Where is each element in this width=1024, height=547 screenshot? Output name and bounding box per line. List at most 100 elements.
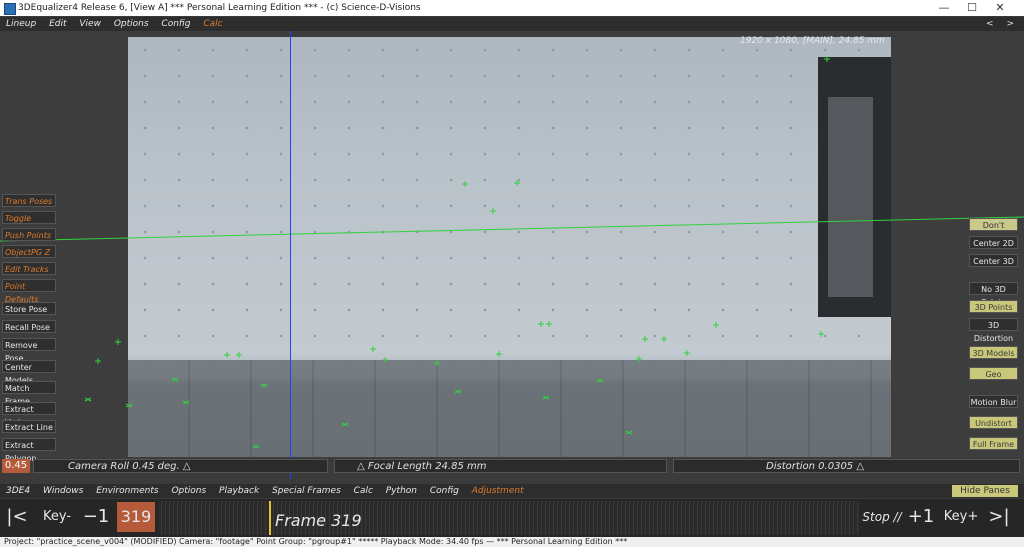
track-point	[224, 352, 230, 358]
window-titlebar: 3DEqualizer4 Release 6, [View A] *** Per…	[0, 0, 1024, 16]
view-nav-arrows: < >	[980, 17, 1018, 31]
main-viewport[interactable]: 1920 x 1080, [MAIN], 24.85 mm	[0, 31, 1024, 458]
track-point	[182, 400, 190, 405]
roll-value-field[interactable]: 0.45	[2, 459, 30, 473]
track-overlay	[0, 56, 1024, 449]
menu-edit[interactable]: Edit	[49, 19, 66, 29]
track-point	[260, 383, 268, 388]
remove-pose-button[interactable]: Remove Pose	[2, 338, 56, 363]
track-point	[434, 360, 440, 366]
distortion-delta-icon: △	[856, 461, 865, 472]
track-point	[818, 331, 824, 337]
track-point	[824, 56, 830, 62]
recall-pose-button[interactable]: Recall Pose	[2, 320, 56, 333]
first-frame-button[interactable]: |<	[6, 502, 28, 532]
track-point	[252, 444, 260, 449]
track-point	[490, 208, 496, 214]
no-3d-points-button[interactable]: No 3D Points	[969, 282, 1018, 307]
top-menu-bar: Lineup Edit View Options Config Calc < >	[0, 17, 1024, 31]
track-point	[370, 346, 376, 352]
center-3d-button[interactable]: Center 3D	[969, 254, 1018, 267]
menu-config[interactable]: Config	[161, 19, 190, 29]
3d-distortion-button[interactable]: 3D Distortion	[969, 318, 1018, 343]
camera-roll-delta-icon: △	[182, 461, 191, 472]
menu-calc[interactable]: Calc	[203, 19, 222, 29]
distortion-bar[interactable]: Distortion 0.0305 △	[673, 459, 1020, 473]
dont-center-button[interactable]: Don't Center	[969, 218, 1018, 243]
track-point	[454, 389, 462, 394]
menu-environments[interactable]: Environments	[96, 486, 158, 496]
track-point	[546, 321, 552, 327]
extract-vertex-button[interactable]: Extract Vertex	[2, 402, 56, 427]
key-next-button[interactable]: Key+	[940, 502, 982, 532]
menu-options[interactable]: Options	[114, 19, 149, 29]
bottom-menu-bar: 3DE4 Windows Environments Options Playba…	[0, 484, 1024, 498]
step-forward-button[interactable]: +1	[905, 502, 937, 532]
menu-playback[interactable]: Playback	[219, 486, 259, 496]
point-defaults-button[interactable]: Point Defaults	[2, 279, 56, 304]
menu-config-bottom[interactable]: Config	[430, 486, 459, 496]
geo-button[interactable]: Geo	[969, 367, 1018, 380]
current-frame-field[interactable]: 319	[117, 502, 155, 532]
menu-options-bottom[interactable]: Options	[171, 486, 206, 496]
menu-special-frames[interactable]: Special Frames	[272, 486, 341, 496]
minimize-icon[interactable]: —	[930, 0, 958, 16]
track-point	[125, 403, 133, 408]
nav-next-button[interactable]: >	[1006, 19, 1014, 29]
track-point	[538, 321, 544, 327]
full-frame-button[interactable]: Full Frame	[969, 437, 1018, 450]
undistort-button[interactable]: Undistort	[969, 416, 1018, 429]
focal-length-bar[interactable]: △ Focal Length 24.85 mm	[334, 459, 667, 473]
frame-label: Frame 319	[275, 511, 362, 530]
extract-polygon-button[interactable]: Extract Polygon	[2, 438, 56, 463]
center-models-button[interactable]: Center Models	[2, 360, 56, 385]
timeline-bar: |< Key- −1 319 Frame 319 Stop // +1 Key+…	[0, 499, 1024, 537]
camera-roll-bar[interactable]: Camera Roll 0.45 deg. △	[33, 459, 328, 473]
track-point	[636, 356, 642, 362]
center-2d-button[interactable]: Center 2D	[969, 236, 1018, 249]
track-points	[84, 56, 830, 449]
track-point	[684, 350, 690, 356]
window-title: 3DEqualizer4 Release 6, [View A] *** Per…	[18, 3, 421, 13]
close-icon[interactable]: ✕	[986, 0, 1014, 16]
3d-models-button[interactable]: 3D Models	[969, 346, 1018, 359]
track-point	[115, 339, 121, 345]
extract-line-button[interactable]: Extract Line	[2, 420, 56, 433]
focal-length-delta-icon: △	[357, 461, 365, 472]
maximize-icon[interactable]: ☐	[958, 0, 986, 16]
menu-windows[interactable]: Windows	[43, 486, 83, 496]
menu-lineup[interactable]: Lineup	[6, 19, 36, 29]
store-pose-button[interactable]: Store Pose	[2, 302, 56, 315]
vertical-guide-line	[290, 31, 291, 479]
step-back-button[interactable]: −1	[80, 502, 112, 532]
motion-blur-button[interactable]: Motion Blur	[969, 395, 1018, 408]
timeline-track[interactable]: Frame 319	[158, 501, 860, 535]
3d-points-button[interactable]: 3D Points	[969, 300, 1018, 313]
stop-button[interactable]: Stop //	[862, 502, 902, 532]
menu-adjustment[interactable]: Adjustment	[472, 486, 524, 496]
key-prev-button[interactable]: Key-	[38, 502, 76, 532]
track-point	[713, 322, 719, 328]
edit-tracks-button[interactable]: Edit Tracks	[2, 262, 56, 275]
track-point	[95, 358, 101, 364]
last-frame-button[interactable]: >|	[988, 502, 1010, 532]
track-point	[625, 430, 633, 435]
camera-roll-label: Camera Roll 0.45 deg.	[68, 461, 180, 472]
menu-3de4[interactable]: 3DE4	[6, 486, 30, 496]
match-frame-button[interactable]: Match Frame	[2, 381, 56, 406]
track-point	[84, 397, 92, 402]
menu-view[interactable]: View	[79, 19, 101, 29]
timeline-cursor[interactable]	[269, 501, 271, 535]
track-point	[462, 181, 468, 187]
objectpg-z-button[interactable]: ObjectPG Z	[2, 245, 56, 258]
trans-poses-button[interactable]: Trans Poses	[2, 194, 56, 207]
hide-panes-button[interactable]: Hide Panes	[952, 485, 1018, 497]
toggle-survey-button[interactable]: Toggle Survey	[2, 211, 56, 236]
menu-python[interactable]: Python	[386, 486, 417, 496]
push-points-button[interactable]: Push Points	[2, 228, 56, 241]
nav-prev-button[interactable]: <	[986, 19, 994, 29]
track-point	[382, 357, 388, 363]
menu-calc-bottom[interactable]: Calc	[354, 486, 373, 496]
app-icon	[4, 3, 16, 15]
track-point	[514, 180, 520, 186]
